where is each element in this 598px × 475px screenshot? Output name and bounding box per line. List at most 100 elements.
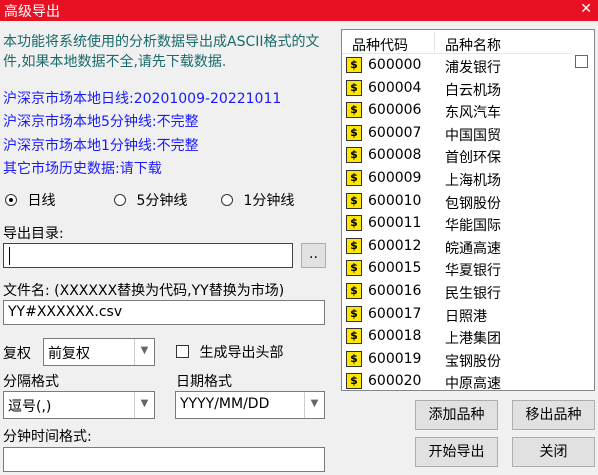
export-dir-label: 导出目录: xyxy=(3,226,64,242)
dollar-stock-icon: $ xyxy=(346,373,362,390)
title-bar: 高级导出 ✕ xyxy=(0,0,598,21)
status-daily: 沪深京市场本地日线:20201009-20221011 xyxy=(3,91,282,107)
list-item-name: 白云机场 xyxy=(445,82,501,99)
list-item[interactable]: $600006 东风汽车 xyxy=(342,100,572,122)
close-button[interactable]: 关闭 xyxy=(512,437,595,467)
list-item-name: 皖通高速 xyxy=(445,240,501,257)
list-item[interactable]: $600010 包钢股份 xyxy=(342,191,572,213)
status-1min: 沪深京市场本地1分钟线:不完整 xyxy=(3,138,199,154)
column-code-header[interactable]: 品种代码 xyxy=(352,35,408,55)
header-checkbox-label: 生成导出头部 xyxy=(199,345,284,361)
list-header: 品种代码 品种名称 xyxy=(342,30,572,54)
list-item-name: 浦发银行 xyxy=(445,60,501,76)
text-caret xyxy=(9,247,10,265)
column-divider xyxy=(434,32,435,52)
list-item[interactable]: $600011 华能国际 xyxy=(342,213,572,235)
radio-5min-label: 5分钟线 xyxy=(136,193,188,209)
separator-value: 逗号(,) xyxy=(8,399,52,415)
list-item[interactable]: $600015 华夏银行 xyxy=(342,258,572,280)
export-dir-input[interactable] xyxy=(3,243,293,268)
adjust-label: 复权 xyxy=(3,346,31,362)
header-checkbox[interactable]: 生成导出头部 xyxy=(176,342,283,362)
list-item[interactable]: $600008 首创环保 xyxy=(342,145,572,167)
chevron-down-icon[interactable]: ▼ xyxy=(134,339,154,365)
filename-value: YY#XXXXXX.csv xyxy=(8,304,123,320)
date-format-label: 日期格式 xyxy=(176,374,232,390)
list-item-code: 600008 xyxy=(368,147,422,164)
list-item-code: 600010 xyxy=(368,192,422,209)
radio-daily-label: 日线 xyxy=(27,193,56,209)
list-item-code: 600007 xyxy=(368,124,422,141)
filename-label: 文件名: (XXXXXX替换为代码,YY替换为市场) xyxy=(3,283,285,299)
minute-format-label: 分钟时间格式: xyxy=(3,429,92,445)
list-item-name: 东风汽车 xyxy=(445,105,501,122)
header-checkbox-box[interactable] xyxy=(176,345,189,358)
list-item-code: 600018 xyxy=(368,328,422,345)
list-item-name: 上港集团 xyxy=(445,331,501,348)
dollar-stock-icon: $ xyxy=(346,57,362,73)
dollar-stock-icon: $ xyxy=(346,147,362,164)
separator-select[interactable]: 逗号(,) ▼ xyxy=(3,391,155,419)
radio-1min-label: 1分钟线 xyxy=(243,193,295,209)
status-5min: 沪深京市场本地5分钟线:不完整 xyxy=(3,114,199,130)
adjust-value: 前复权 xyxy=(48,346,90,362)
minute-format-input[interactable] xyxy=(3,447,325,472)
radio-1min[interactable]: 1分钟线 xyxy=(221,190,294,210)
browse-button[interactable]: .. xyxy=(301,243,326,268)
list-item[interactable]: $600004 白云机场 xyxy=(342,78,572,100)
list-item-code: 600000 xyxy=(368,57,422,73)
list-item[interactable]: $600018 上港集团 xyxy=(342,326,572,348)
radio-daily[interactable]: 日线 xyxy=(5,190,55,210)
dollar-stock-icon: $ xyxy=(346,260,362,277)
dollar-stock-icon: $ xyxy=(346,350,362,367)
dollar-stock-icon: $ xyxy=(346,328,362,345)
dollar-stock-icon: $ xyxy=(346,79,362,96)
chevron-down-icon[interactable]: ▼ xyxy=(304,392,324,418)
list-item-code: 600020 xyxy=(368,373,422,390)
list-item-code: 600015 xyxy=(368,260,422,277)
list-item-name: 宝钢股份 xyxy=(445,353,501,370)
list-item-name: 中国国贸 xyxy=(445,127,501,144)
adjust-select[interactable]: 前复权 ▼ xyxy=(43,338,155,366)
list-item[interactable]: $600009 上海机场 xyxy=(342,168,572,190)
radio-5min[interactable]: 5分钟线 xyxy=(114,190,187,210)
list-item[interactable]: $600016 民生银行 xyxy=(342,281,572,303)
list-item-name: 中原高速 xyxy=(445,376,501,391)
start-export-button[interactable]: 开始导出 xyxy=(415,437,498,467)
status-other: 其它市场历史数据:请下载 xyxy=(3,161,162,177)
list-item[interactable]: $600017 日照港 xyxy=(342,304,572,326)
stock-list[interactable]: 品种代码 品种名称 $600000 浦发银行 $600004 白云机场 $600006 东… xyxy=(341,29,595,391)
list-item[interactable]: $600012 皖通高速 xyxy=(342,236,572,258)
add-item-button[interactable]: 添加品种 xyxy=(415,400,498,430)
close-icon[interactable]: ✕ xyxy=(580,1,592,17)
list-item-name: 华能国际 xyxy=(445,218,501,235)
list-item-code: 600011 xyxy=(368,215,422,232)
chevron-down-icon[interactable]: ▼ xyxy=(134,392,154,418)
dollar-stock-icon: $ xyxy=(346,192,362,209)
dollar-stock-icon: $ xyxy=(346,283,362,299)
remove-item-button[interactable]: 移出品种 xyxy=(512,400,595,430)
list-select-checkbox[interactable] xyxy=(575,55,588,68)
dollar-stock-icon: $ xyxy=(346,102,362,119)
radio-5min-dot[interactable] xyxy=(114,194,126,206)
list-item-code: 600009 xyxy=(368,170,422,186)
date-format-select[interactable]: YYYY/MM/DD ▼ xyxy=(175,391,325,419)
list-item[interactable]: $600020 中原高速 xyxy=(342,371,572,391)
dollar-stock-icon: $ xyxy=(346,237,362,254)
list-item-code: 600017 xyxy=(368,305,422,322)
radio-1min-dot[interactable] xyxy=(221,194,233,206)
list-item-code: 600012 xyxy=(368,237,422,254)
list-item[interactable]: $600019 宝钢股份 xyxy=(342,349,572,371)
list-item-name: 华夏银行 xyxy=(445,263,501,280)
list-item-code: 600004 xyxy=(368,79,422,96)
filename-input[interactable]: YY#XXXXXX.csv xyxy=(3,300,325,325)
list-item-code: 600019 xyxy=(368,350,422,367)
radio-daily-dot[interactable] xyxy=(5,194,17,206)
list-item[interactable]: $600007 中国国贸 xyxy=(342,123,572,145)
dollar-stock-icon: $ xyxy=(346,170,362,186)
column-name-header[interactable]: 品种名称 xyxy=(445,35,501,55)
list-item-name: 包钢股份 xyxy=(445,195,501,212)
dollar-stock-icon: $ xyxy=(346,305,362,322)
list-item[interactable]: $600000 浦发银行 xyxy=(342,55,572,77)
list-item-name: 首创环保 xyxy=(445,150,501,167)
